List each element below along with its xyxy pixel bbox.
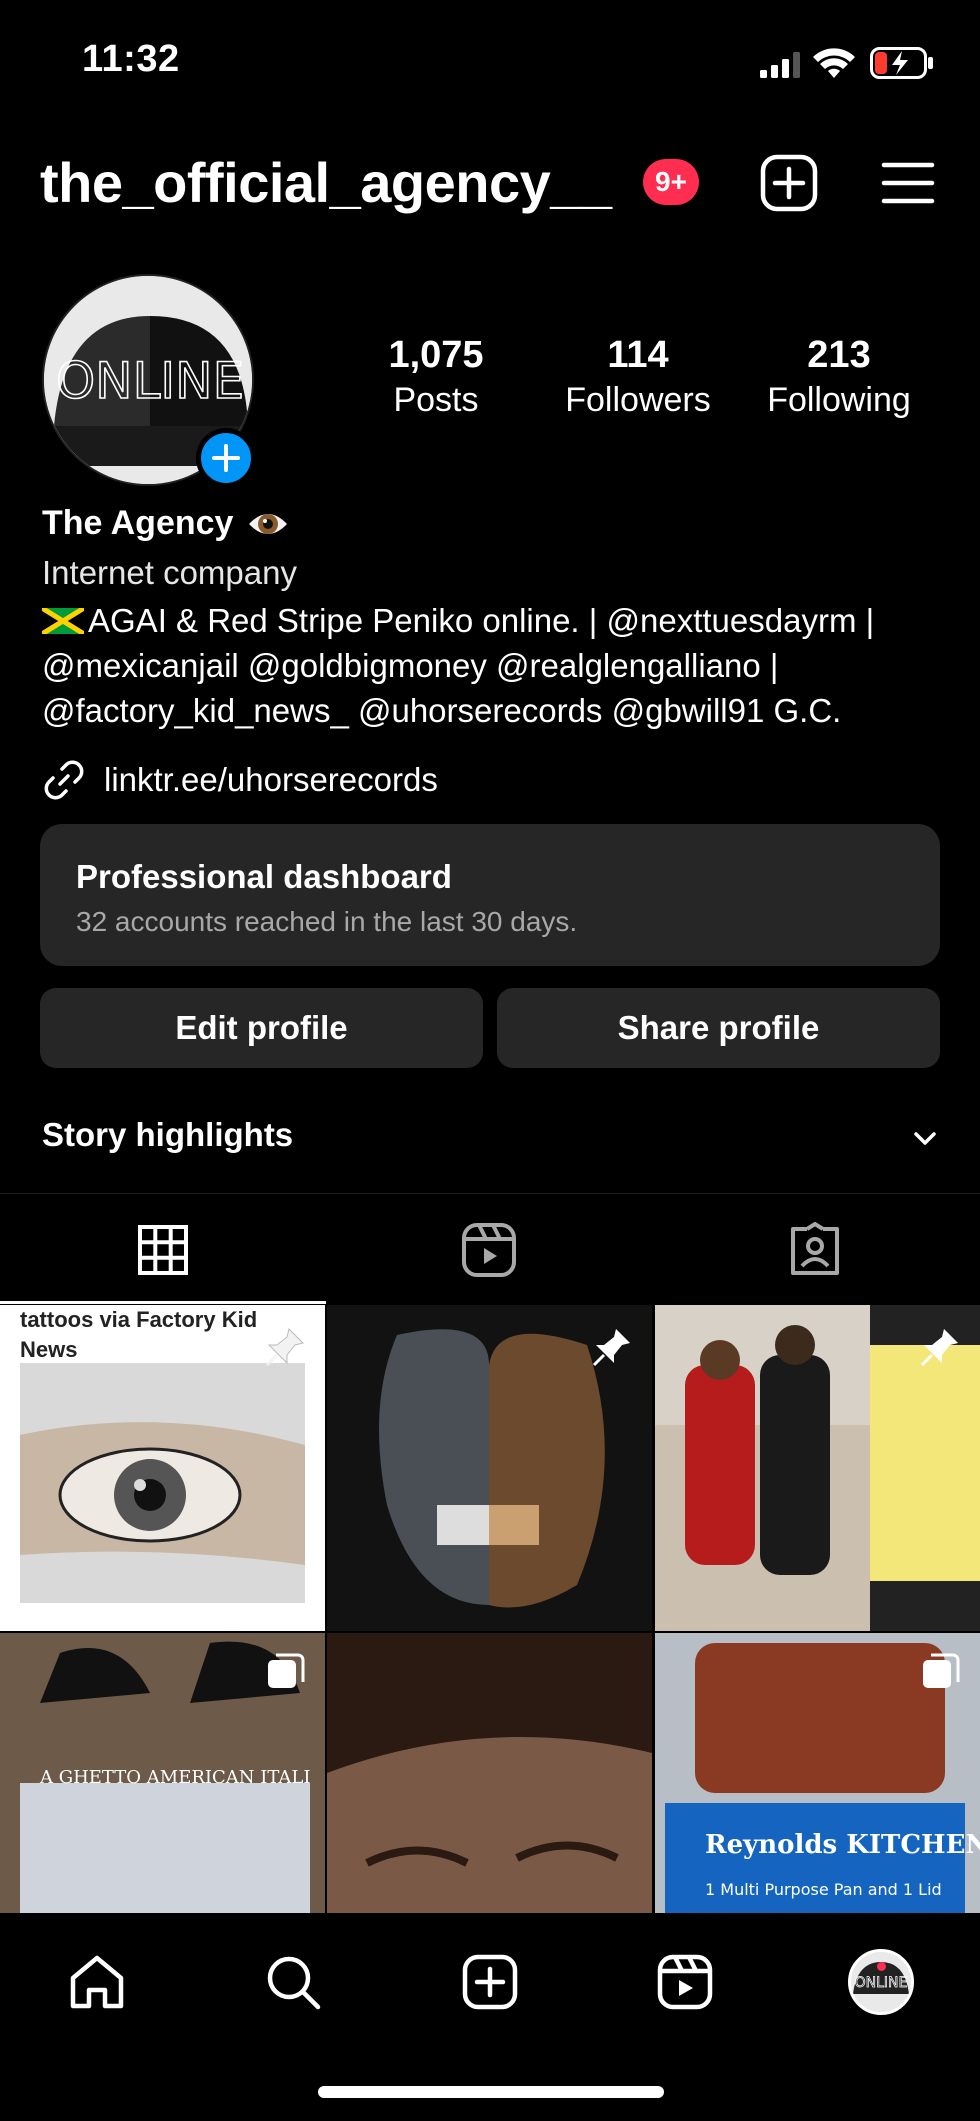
eye-emoji-icon <box>249 513 288 534</box>
signal-icon <box>760 52 800 78</box>
nav-create[interactable] <box>455 1947 525 2017</box>
bio-line-2: @mexicanjail @goldbigmoney @realglengall… <box>42 647 779 684</box>
share-profile-button[interactable]: Share profile <box>497 988 940 1068</box>
home-indicator <box>318 2086 664 2098</box>
avatar-text: ONLINE <box>56 352 244 410</box>
nav-search[interactable] <box>258 1947 328 2017</box>
notification-badge[interactable]: 9+ <box>643 159 699 205</box>
carousel-icon <box>923 1653 960 1688</box>
home-icon <box>70 1955 124 2009</box>
post-tile[interactable]: Reynolds KITCHENS 1 Multi Purpose Pan an… <box>655 1633 980 1913</box>
stat-following[interactable]: 213 Following <box>755 332 923 422</box>
tab-tagged[interactable] <box>652 1195 978 1305</box>
tile-brand: Reynolds KITCHENS <box>705 1830 980 1860</box>
nav-reels[interactable] <box>650 1947 720 2017</box>
edit-profile-button[interactable]: Edit profile <box>40 988 483 1068</box>
tab-posts-grid[interactable] <box>0 1195 326 1305</box>
username-title[interactable]: the_official_agency__ <box>40 150 612 215</box>
tile-text: A GHETTO AMERICAN ITALI <box>39 1767 310 1788</box>
create-icon <box>462 1954 518 2010</box>
display-name-text: The Agency <box>42 504 234 542</box>
tagged-icon <box>791 1222 839 1275</box>
reels-icon <box>462 1223 516 1277</box>
post-tile[interactable] <box>327 1305 652 1631</box>
active-tab-indicator <box>0 1301 326 1304</box>
divider <box>0 1193 980 1194</box>
status-bar: 11:32 <box>0 0 980 130</box>
stat-followers-label: Followers <box>565 381 711 419</box>
jamaica-flag-icon <box>42 608 84 634</box>
post-tile[interactable]: tattoos via Factory Kid News <box>0 1305 325 1631</box>
stat-posts-value: 1,075 <box>388 334 484 376</box>
bio-line-1: AGAI & Red Stripe Peniko online. | @next… <box>42 598 962 643</box>
stat-following-label: Following <box>767 381 911 419</box>
stat-followers-value: 114 <box>607 334 669 376</box>
tile-subtext: 1 Multi Purpose Pan and 1 Lid <box>705 1880 942 1899</box>
profile-link[interactable]: linktr.ee/uhorserecords <box>42 758 438 802</box>
professional-dashboard-card[interactable]: Professional dashboard 32 accounts reach… <box>40 824 940 966</box>
reels-icon <box>657 1954 713 2010</box>
stat-following-value: 213 <box>807 334 871 376</box>
story-highlights-label[interactable]: Story highlights <box>42 1116 293 1154</box>
pin-icon <box>265 1328 304 1367</box>
profile-tabs <box>0 1195 980 1305</box>
battery-charging-icon <box>870 47 933 79</box>
create-post-icon[interactable] <box>760 154 818 212</box>
grid-icon <box>138 1225 188 1275</box>
dashboard-title: Professional dashboard <box>76 858 452 895</box>
bio-line-3: @factory_kid_news_ @uhorserecords @gbwil… <box>42 692 842 729</box>
dashboard-subtitle: 32 accounts reached in the last 30 days. <box>76 906 578 937</box>
status-time: 11:32 <box>82 38 180 80</box>
nav-home[interactable] <box>62 1947 132 2017</box>
carousel-icon <box>268 1653 305 1688</box>
avatar-thumbnail: ONLINE <box>851 1952 911 2012</box>
post-tile[interactable]: A GHETTO AMERICAN ITALI <box>0 1633 325 1913</box>
pin-icon <box>592 1329 630 1367</box>
profile-header: the_official_agency__ 9+ <box>0 140 980 240</box>
nav-avatar: ONLINE <box>848 1949 914 2015</box>
search-icon <box>267 1956 321 2010</box>
link-icon <box>44 760 84 800</box>
post-tile[interactable] <box>655 1305 980 1631</box>
stat-posts[interactable]: 1,075 Posts <box>365 332 507 422</box>
plus-icon <box>212 444 240 472</box>
selfie-photo <box>327 1633 652 1913</box>
stat-posts-label: Posts <box>393 381 479 419</box>
display-name: The Agency <box>42 504 289 543</box>
menu-icon[interactable] <box>880 158 936 208</box>
pin-icon <box>920 1329 958 1367</box>
notification-dot <box>877 1962 886 1971</box>
avatar-thumbnail-text: ONLINE <box>855 1975 908 1991</box>
wifi-icon <box>813 48 855 78</box>
profile-category: Internet company <box>42 554 297 591</box>
profile-bio: AGAI & Red Stripe Peniko online. | @next… <box>42 598 962 733</box>
tab-reels[interactable] <box>326 1195 652 1305</box>
stat-followers[interactable]: 114 Followers <box>556 332 720 422</box>
posts-grid: tattoos via Factory Kid News A GHETTO AM… <box>0 1305 980 1913</box>
nav-profile[interactable]: ONLINE <box>846 1947 916 2017</box>
chevron-down-icon[interactable] <box>908 1124 942 1152</box>
add-story-button[interactable] <box>196 428 256 488</box>
profile-link-text[interactable]: linktr.ee/uhorserecords <box>104 761 438 799</box>
post-tile[interactable] <box>327 1633 652 1913</box>
